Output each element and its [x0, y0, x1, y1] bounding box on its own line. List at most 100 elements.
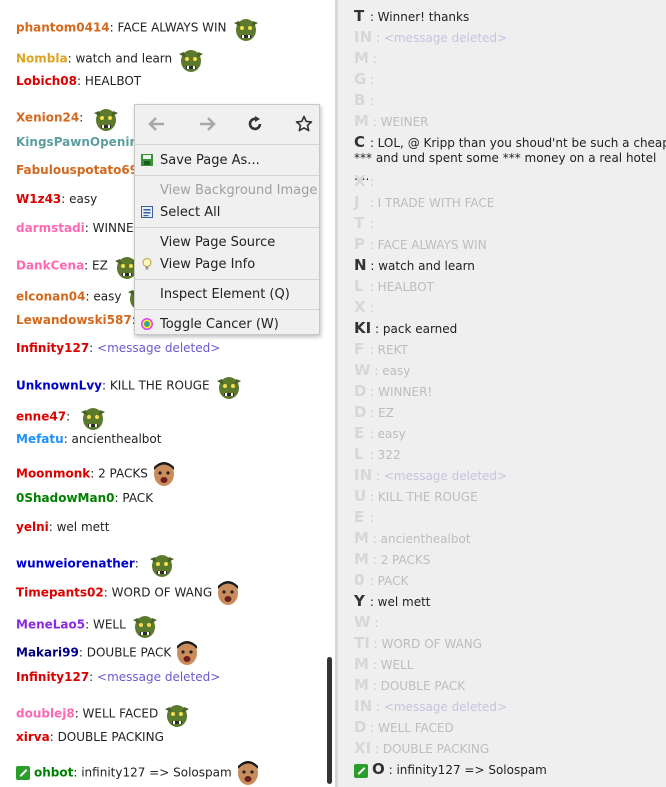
chat-colon: :	[371, 742, 383, 756]
user-initial[interactable]: B	[354, 93, 366, 108]
user-initial[interactable]: E	[354, 426, 366, 441]
menu-item-inspect-element[interactable]: Inspect Element (Q)	[160, 287, 290, 302]
chat-username[interactable]: yelni	[16, 520, 49, 534]
chat-username[interactable]: DankCena	[16, 259, 84, 273]
chat-username[interactable]: Mefatu	[16, 432, 64, 446]
chat-username[interactable]: Fabulouspotato69	[16, 163, 138, 177]
menu-item-view-background-image[interactable]: View Background Image	[160, 183, 317, 198]
chat-username[interactable]: ohbot	[34, 766, 73, 780]
deleted-message-link[interactable]: <message deleted>	[384, 700, 507, 714]
chat-username[interactable]: wunweiorenather	[16, 557, 135, 571]
user-initial[interactable]: M	[354, 678, 369, 693]
forward-icon[interactable]	[197, 114, 217, 134]
chat-username[interactable]: xirva	[16, 730, 50, 744]
reload-icon[interactable]	[245, 114, 265, 134]
chat-username[interactable]: MeneLao5	[16, 618, 85, 632]
back-icon[interactable]	[147, 114, 167, 134]
condensed-chat-message: P : FACE ALWAYS WIN	[354, 237, 487, 253]
chat-colon: :	[366, 301, 374, 315]
orc-emote-icon	[231, 13, 261, 43]
chat-username[interactable]: 0ShadowMan0	[16, 491, 114, 505]
menu-item-select-all[interactable]: Select All	[160, 205, 220, 220]
user-initial[interactable]: D	[354, 720, 366, 735]
user-initial[interactable]: U	[354, 489, 366, 504]
chat-username[interactable]: Infinity127	[16, 670, 89, 684]
menu-item-view-page-source[interactable]: View Page Source	[160, 235, 275, 250]
deleted-message-link[interactable]: <message deleted>	[384, 469, 507, 483]
chat-colon: :	[384, 763, 397, 777]
chat-username[interactable]: Makari99	[16, 646, 79, 660]
user-initial[interactable]: M	[354, 531, 369, 546]
chat-text: infinity127 => Solospam	[396, 763, 547, 777]
user-initial[interactable]: M	[354, 657, 369, 672]
menu-item-toggle-cancer[interactable]: Toggle Cancer (W)	[160, 317, 279, 332]
left-scrollbar-thumb[interactable]	[327, 657, 332, 784]
chat-message: phantom0414: FACE ALWAYS WIN	[16, 13, 261, 43]
user-initial[interactable]: C	[354, 135, 366, 150]
chat-username[interactable]: Nombla	[16, 52, 68, 66]
deleted-message-link[interactable]: <message deleted>	[97, 670, 220, 684]
bookmark-star-icon[interactable]	[294, 114, 314, 134]
user-initial[interactable]: M	[354, 552, 369, 567]
user-initial[interactable]: E	[354, 510, 366, 525]
user-initial[interactable]: O	[372, 762, 385, 777]
user-initial[interactable]: M	[354, 114, 369, 129]
user-initial[interactable]: G	[354, 72, 366, 87]
user-initial[interactable]: L	[354, 447, 366, 462]
condensed-chat-message: M : WEINER	[354, 114, 429, 130]
user-initial[interactable]: D	[354, 384, 366, 399]
deleted-message-link[interactable]: <message deleted>	[97, 341, 220, 355]
chat-username[interactable]: elconan04	[16, 290, 86, 304]
user-initial[interactable]: F	[354, 342, 366, 357]
user-initial[interactable]: P	[354, 237, 366, 252]
user-initial[interactable]: TI	[354, 636, 370, 651]
chat-username[interactable]: Xenion24	[16, 111, 79, 125]
chat-colon: :	[61, 192, 70, 206]
chat-text: easy	[377, 427, 406, 441]
user-initial[interactable]: W	[354, 615, 371, 630]
user-initial[interactable]: X	[354, 174, 366, 189]
condensed-chat-message: O : infinity127 => Solospam	[354, 762, 547, 778]
chat-text: DOUBLE PACK	[86, 645, 172, 660]
chat-message: 0ShadowMan0: PACK	[16, 491, 153, 505]
condensed-chat-message: M : ancienthealbot	[354, 531, 471, 547]
chat-username[interactable]: phantom0414	[16, 21, 110, 35]
user-initial[interactable]: X	[354, 300, 366, 315]
chat-text: EZ	[378, 406, 394, 420]
chat-username[interactable]: KingsPawnOpening	[16, 135, 147, 149]
user-initial[interactable]: J	[354, 195, 366, 210]
chat-username[interactable]: Moonmonk	[16, 467, 90, 481]
condensed-chat-message: XI : DOUBLE PACKING	[354, 741, 489, 757]
user-initial[interactable]: XI	[354, 741, 371, 756]
user-initial[interactable]: D	[354, 405, 366, 420]
user-initial[interactable]: KI	[354, 321, 371, 336]
chat-username[interactable]: W1z43	[16, 192, 61, 206]
menu-item-save-page-as[interactable]: Save Page As...	[160, 153, 260, 168]
chat-username[interactable]: enne47	[16, 410, 66, 424]
user-initial[interactable]: IN	[354, 468, 372, 483]
chat-username[interactable]: doublej8	[16, 707, 75, 721]
deleted-message-link[interactable]: <message deleted>	[384, 31, 507, 45]
chat-username[interactable]: Infinity127	[16, 341, 89, 355]
condensed-chat-message: L : HEALBOT	[354, 279, 434, 295]
user-initial[interactable]: IN	[354, 699, 372, 714]
user-initial[interactable]: T	[354, 216, 366, 231]
menu-item-view-page-info[interactable]: View Page Info	[160, 257, 255, 272]
user-initial[interactable]: M	[354, 51, 369, 66]
user-initial[interactable]: L	[354, 279, 366, 294]
chat-username[interactable]: Lobich08	[16, 74, 77, 88]
user-initial[interactable]: T	[354, 9, 366, 24]
user-initial[interactable]: IN	[354, 30, 372, 45]
user-initial[interactable]: Y	[354, 594, 366, 609]
chat-username[interactable]: Timepants02	[16, 586, 104, 600]
user-initial[interactable]: N	[354, 258, 367, 273]
chat-username[interactable]: Lewandowski587	[16, 313, 132, 327]
user-initial[interactable]: W	[354, 363, 371, 378]
menu-separator	[135, 144, 319, 145]
chat-username[interactable]: darmstadi	[16, 221, 85, 235]
chat-username[interactable]: UnknownLvy	[16, 379, 102, 393]
chat-message: MeneLao5: WELL	[16, 610, 160, 640]
chat-text: WINNER!	[378, 385, 433, 399]
user-initial[interactable]: 0	[354, 573, 366, 588]
chat-text: I TRADE WITH FACE	[377, 196, 495, 210]
